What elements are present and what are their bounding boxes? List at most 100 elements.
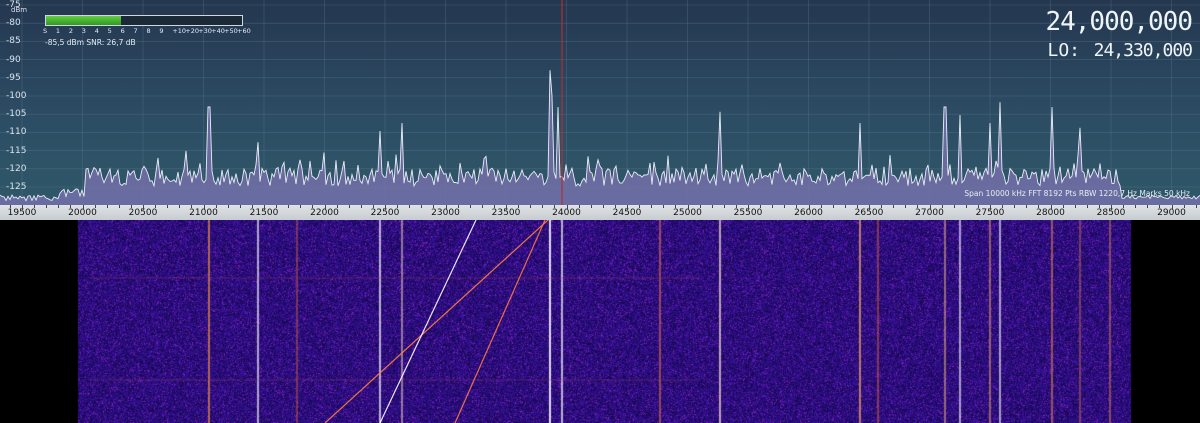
- frequency-tick: [1026, 205, 1028, 208]
- frequency-tick: [34, 205, 36, 208]
- frequency-tick: [917, 205, 919, 208]
- frequency-tick: [578, 205, 580, 208]
- s-meter-scale-label: 7: [133, 27, 138, 35]
- frequency-tick: [1050, 205, 1052, 210]
- frequency-tick: [457, 205, 459, 208]
- frequency-tick: [735, 205, 737, 208]
- frequency-tick: [493, 205, 495, 208]
- frequency-tick: [687, 205, 689, 210]
- frequency-tick: [215, 205, 217, 208]
- frequency-tick: [760, 205, 762, 208]
- frequency-tick: [1195, 205, 1197, 208]
- lo-frequency[interactable]: 24,330,000: [1094, 40, 1193, 61]
- frequency-tick: [1135, 205, 1137, 208]
- dbm-tick-label: -115: [6, 145, 27, 156]
- frequency-tick: [1062, 205, 1064, 208]
- frequency-tick: [360, 205, 362, 208]
- spectrum-panel[interactable]: -75 -80 -85 -90 -95 -100 -105 -110 -115 -120 -125 …: [0, 0, 1200, 205]
- frequency-tick: [9, 205, 11, 208]
- frequency-tick: [518, 205, 520, 208]
- frequency-tick: [1074, 205, 1076, 208]
- frequency-tick: [881, 205, 883, 208]
- frequency-tick: [130, 205, 132, 208]
- frequency-tick: [566, 205, 568, 210]
- frequency-tick: [651, 205, 653, 208]
- frequency-tick: [1111, 205, 1112, 210]
- frequency-tick: [808, 205, 810, 210]
- dbm-tick-label: -85: [6, 36, 21, 47]
- s-meter-fill: [46, 16, 122, 25]
- waterfall-display[interactable]: [0, 220, 1200, 423]
- lo-label: LO:: [1047, 40, 1080, 61]
- s-meter-scale-label: 1: [55, 27, 61, 35]
- dbm-tick-label: -90: [6, 54, 21, 65]
- s-meter-scale-label: 3: [81, 27, 86, 35]
- frequency-tick: [324, 205, 326, 210]
- frequency-tick: [699, 205, 701, 208]
- frequency-tick: [409, 205, 411, 208]
- dbm-tick-label: -120: [6, 163, 27, 174]
- frequency-tick: [614, 205, 616, 208]
- frequency-tick: [276, 205, 278, 208]
- frequency-tick: [106, 205, 108, 208]
- frequency-tick: [856, 205, 858, 208]
- s-meter-scale-label: +60: [237, 27, 251, 35]
- frequency-axis[interactable]: 19500 20000 20500 21000 21500 22000 22500 23000…: [0, 205, 1200, 220]
- frequency-tick: [590, 205, 592, 208]
- signal-readout: -85,5 dBm SNR: 26,7 dB: [45, 38, 136, 47]
- dbm-tick-label: -80: [6, 18, 21, 29]
- frequency-tick: [723, 205, 725, 208]
- frequency-tick: [965, 205, 967, 208]
- frequency-tick: [941, 205, 943, 208]
- frequency-tick: [155, 205, 157, 208]
- frequency-tick: [1098, 205, 1100, 208]
- frequency-tick: [191, 205, 193, 208]
- s-meter-unit: dBm: [11, 6, 28, 14]
- fft-status: Span 10000 kHz FFT 8192 Pts RBW 1220,7 H…: [964, 189, 1190, 198]
- s-meter-scale-label: +20: [185, 27, 199, 35]
- frequency-tick: [844, 205, 846, 208]
- dbm-tick-label: -95: [6, 72, 21, 83]
- frequency-tick: [1014, 205, 1016, 208]
- frequency-tick: [385, 205, 386, 210]
- frequency-tick: [70, 205, 72, 208]
- frequency-tick: [469, 205, 471, 208]
- vfo-frequency[interactable]: 24,000,000: [1045, 8, 1193, 36]
- frequency-tick: [433, 205, 435, 208]
- frequency-tick: [203, 205, 205, 210]
- s-meter-scale-label: 8: [146, 27, 151, 35]
- s-meter-scale-label: +10: [172, 27, 187, 35]
- frequency-tick: [639, 205, 641, 208]
- s-meter-scale-label: 4: [94, 27, 99, 35]
- frequency-tick: [336, 205, 338, 208]
- frequency-tick: [46, 205, 48, 208]
- dbm-tick-label: -105: [6, 109, 27, 120]
- frequency-tick: [748, 205, 749, 210]
- waterfall-overlay: [324, 220, 549, 423]
- frequency-tick: [397, 205, 399, 208]
- s-meter-scale-label: 2: [68, 27, 73, 35]
- frequency-tick: [663, 205, 665, 208]
- s-meter-bar: [45, 15, 243, 26]
- frequency-tick: [118, 205, 120, 208]
- frequency-tick: [1147, 205, 1149, 208]
- frequency-tick: [542, 205, 544, 208]
- frequency-tick: [530, 205, 532, 208]
- frequency-tick: [602, 205, 604, 208]
- frequency-tick: [990, 205, 991, 210]
- frequency-tick: [820, 205, 822, 208]
- frequency-tick: [239, 205, 241, 208]
- frequency-tick: [445, 205, 447, 210]
- frequency-tick: [22, 205, 23, 210]
- s-meter-scale-label: 5: [107, 27, 112, 35]
- sweep-trace: [324, 220, 549, 423]
- frequency-tick: [506, 205, 507, 210]
- s-meter-scale-label: 9: [159, 27, 164, 35]
- dbm-tick-label: -110: [6, 127, 27, 138]
- frequency-tick: [675, 205, 677, 208]
- frequency-tick: [1123, 205, 1125, 208]
- sweep-trace: [454, 220, 546, 423]
- frequency-tick: [1038, 205, 1040, 208]
- frequency-tick: [288, 205, 290, 208]
- frequency-tick: [832, 205, 834, 208]
